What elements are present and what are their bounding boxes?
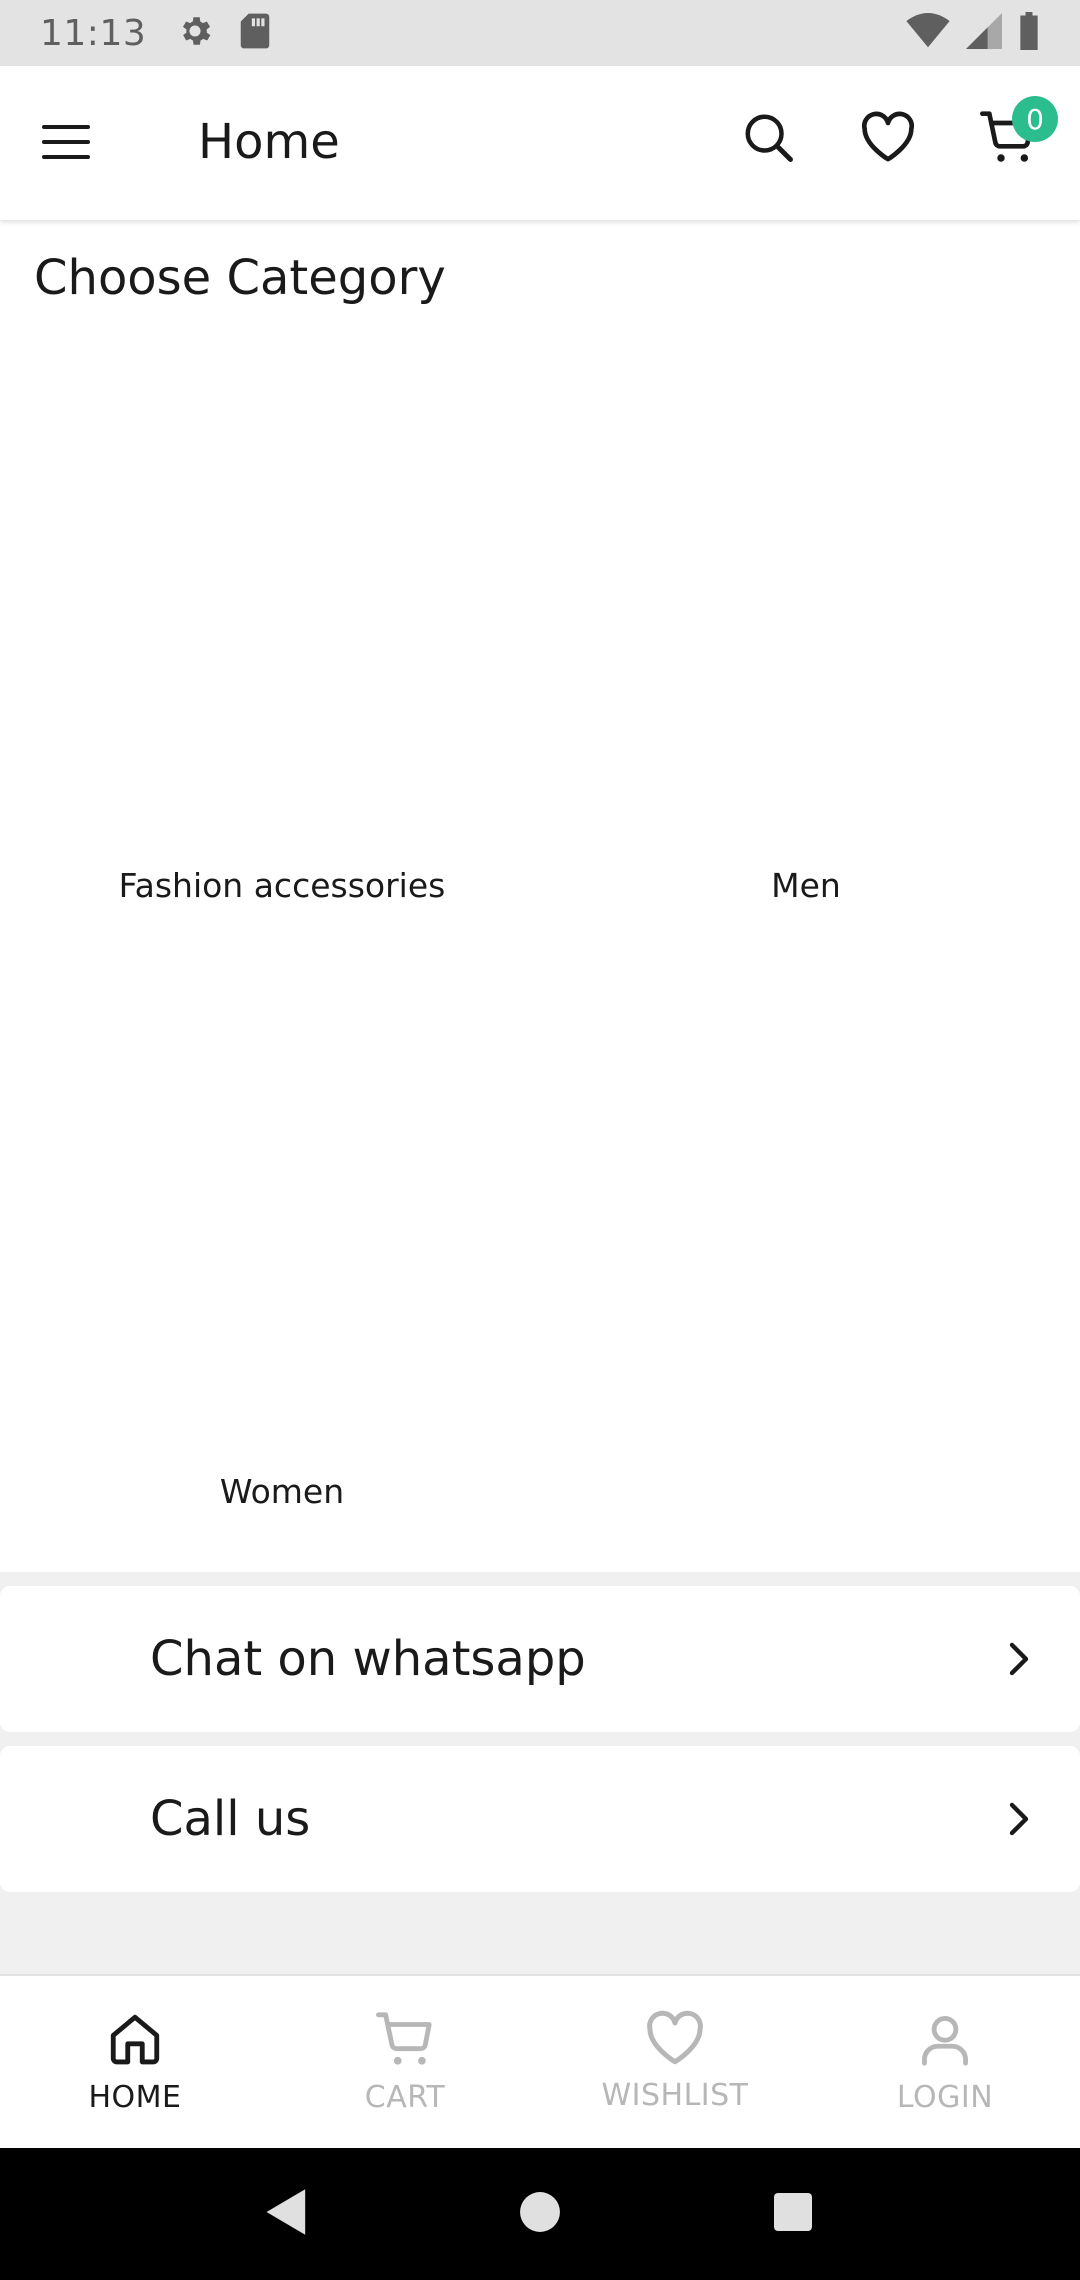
menu-button[interactable]: [34, 116, 98, 172]
user-icon: [916, 2010, 974, 2072]
chat-whatsapp-label: Chat on whatsapp: [150, 1631, 586, 1687]
nav-home[interactable]: HOME: [0, 1976, 270, 2148]
status-time: 11:13: [40, 12, 147, 54]
nav-login-label: LOGIN: [896, 2080, 994, 2115]
battery-icon: [1018, 12, 1040, 54]
nav-home-label: HOME: [88, 2080, 182, 2115]
category-fashion-accessories[interactable]: Fashion accessories: [21, 866, 543, 905]
bottom-navigation: HOME CART WISHLIST LOGIN: [0, 1974, 1080, 2148]
category-women[interactable]: Women: [21, 1472, 543, 1511]
menu-icon: [42, 124, 90, 164]
chevron-right-icon: [1000, 1639, 1040, 1679]
heart-icon: [860, 111, 916, 167]
cart-count-badge: 0: [1012, 96, 1058, 142]
signal-icon: [966, 13, 1002, 53]
page-title: Home: [198, 114, 340, 170]
search-button[interactable]: [736, 104, 800, 174]
back-icon: [264, 2187, 310, 2241]
heart-icon: [645, 2010, 705, 2070]
nav-login[interactable]: LOGIN: [810, 1976, 1080, 2148]
home-icon: [106, 2010, 164, 2072]
system-recents-button[interactable]: [763, 2184, 823, 2244]
settings-icon: [176, 12, 214, 54]
chevron-right-icon: [1000, 1799, 1040, 1839]
recents-icon: [773, 2192, 813, 2236]
nav-cart[interactable]: CART: [270, 1976, 540, 2148]
wifi-icon: [906, 13, 950, 53]
system-home-button[interactable]: [510, 2184, 570, 2244]
call-us-label: Call us: [150, 1791, 311, 1847]
nav-wishlist-label: WISHLIST: [601, 2078, 749, 2113]
category-image-women[interactable]: [21, 920, 543, 1460]
category-image-men[interactable]: [545, 330, 1067, 800]
system-navigation-bar: [0, 2148, 1080, 2280]
category-section: Choose Category Fashion accessories Men …: [0, 220, 1080, 1572]
system-back-button[interactable]: [257, 2184, 317, 2244]
sd-card-icon: [238, 12, 272, 54]
status-bar: 11:13: [0, 0, 1080, 66]
home-circle-icon: [519, 2191, 561, 2237]
category-men[interactable]: Men: [545, 866, 1067, 905]
cart-icon: [376, 2010, 434, 2072]
section-title: Choose Category: [34, 250, 446, 306]
cart-button[interactable]: 0: [976, 96, 1058, 174]
category-image-fashion-accessories[interactable]: [21, 330, 543, 800]
search-icon: [741, 110, 795, 168]
wishlist-button[interactable]: [856, 104, 920, 174]
nav-cart-label: CART: [364, 2080, 446, 2115]
chat-whatsapp-row[interactable]: Chat on whatsapp: [0, 1586, 1080, 1732]
call-us-row[interactable]: Call us: [0, 1746, 1080, 1892]
app-bar: Home 0: [0, 66, 1080, 220]
nav-wishlist[interactable]: WISHLIST: [540, 1976, 810, 2148]
